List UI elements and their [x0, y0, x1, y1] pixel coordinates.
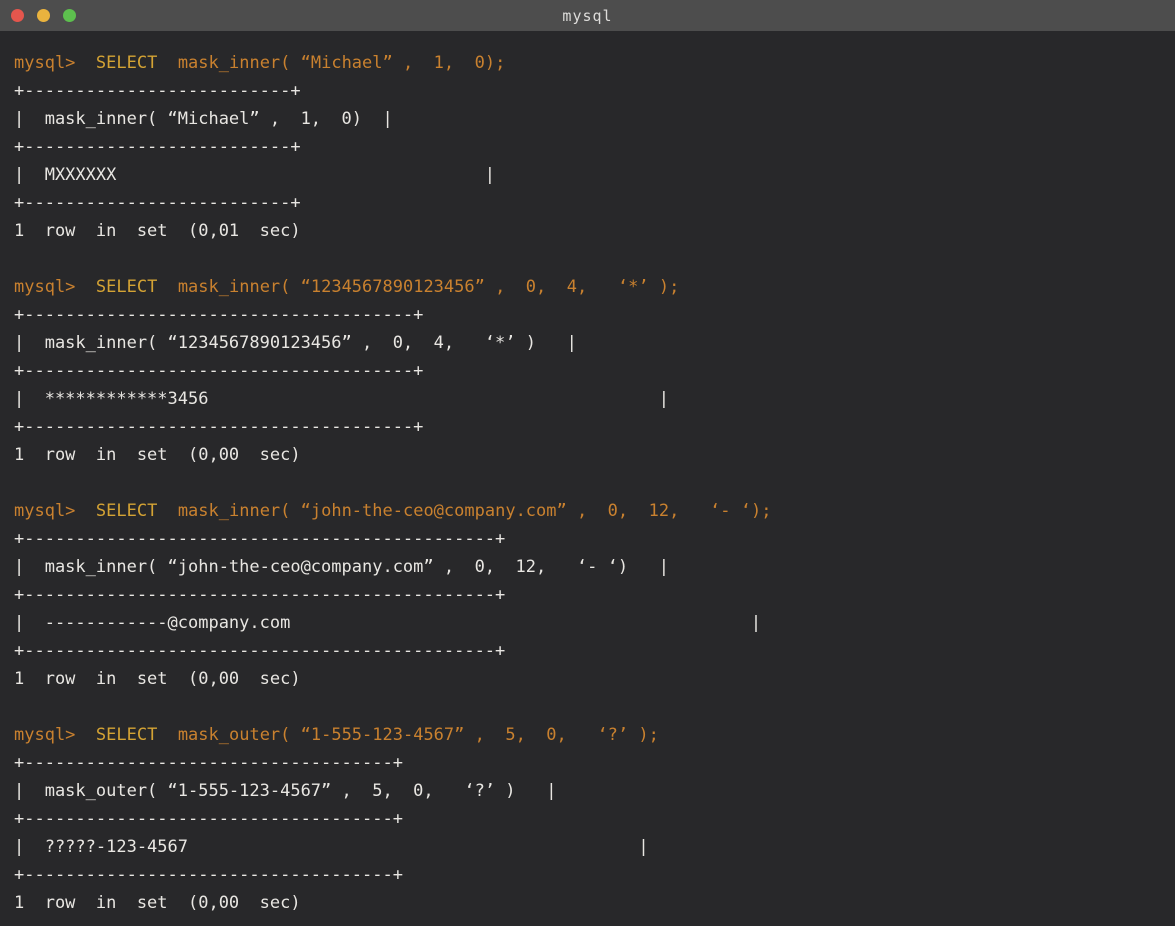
table-border-bottom: +--------------------------+ [14, 189, 1169, 217]
mysql-prompt: mysql> [14, 501, 75, 521]
sql-command-text: mask_inner( “john-the-ceo@company.com” ,… [178, 501, 772, 521]
rows-summary: 1 row in set (0,01 sec) [14, 217, 1169, 245]
table-header-row: | mask_inner( “john-the-ceo@company.com”… [14, 553, 1169, 581]
table-border-top: +------------------------------------+ [14, 749, 1169, 777]
mysql-prompt: mysql> [14, 53, 75, 73]
command-line: mysql> SELECT mask_inner( “1234567890123… [14, 273, 1169, 301]
table-border-bottom: +------------------------------------+ [14, 861, 1169, 889]
table-header-row: | mask_outer( “1-555-123-4567” , 5, 0, ‘… [14, 777, 1169, 805]
table-border-bottom: +---------------------------------------… [14, 637, 1169, 665]
sql-keyword: SELECT [96, 53, 157, 73]
sql-command-text: mask_inner( “Michael” , 1, 0); [178, 53, 506, 73]
sql-command-text: mask_inner( “1234567890123456” , 0, 4, ‘… [178, 277, 680, 297]
table-border-mid: +--------------------------+ [14, 133, 1169, 161]
sql-keyword: SELECT [96, 725, 157, 745]
rows-summary: 1 row in set (0,00 sec) [14, 889, 1169, 917]
table-border-mid: +------------------------------------+ [14, 805, 1169, 833]
table-result-row: | ?????-123-4567 | [14, 833, 1169, 861]
rows-summary: 1 row in set (0,00 sec) [14, 441, 1169, 469]
table-result-row: | ------------@company.com | [14, 609, 1169, 637]
sql-keyword: SELECT [96, 277, 157, 297]
table-border-top: +--------------------------+ [14, 77, 1169, 105]
blank-line [14, 469, 1169, 497]
sql-keyword: SELECT [96, 501, 157, 521]
table-border-top: +---------------------------------------… [14, 525, 1169, 553]
terminal-window: mysql mysql> SELECT mask_inner( “Michael… [0, 0, 1175, 926]
table-result-row: | MXXXXXX | [14, 161, 1169, 189]
table-border-mid: +---------------------------------------… [14, 581, 1169, 609]
window-title: mysql [0, 7, 1175, 25]
table-border-bottom: +--------------------------------------+ [14, 413, 1169, 441]
command-line: mysql> SELECT mask_outer( “1-555-123-456… [14, 721, 1169, 749]
mysql-prompt: mysql> [14, 725, 75, 745]
table-header-row: | mask_inner( “Michael” , 1, 0) | [14, 105, 1169, 133]
mysql-prompt: mysql> [14, 277, 75, 297]
command-line: mysql> SELECT mask_inner( “john-the-ceo@… [14, 497, 1169, 525]
table-border-top: +--------------------------------------+ [14, 301, 1169, 329]
table-header-row: | mask_inner( “1234567890123456” , 0, 4,… [14, 329, 1169, 357]
terminal-output[interactable]: mysql> SELECT mask_inner( “Michael” , 1,… [0, 31, 1175, 917]
rows-summary: 1 row in set (0,00 sec) [14, 665, 1169, 693]
command-line: mysql> SELECT mask_inner( “Michael” , 1,… [14, 49, 1169, 77]
titlebar: mysql [0, 0, 1175, 31]
table-border-mid: +--------------------------------------+ [14, 357, 1169, 385]
sql-command-text: mask_outer( “1-555-123-4567” , 5, 0, ‘?’… [178, 725, 659, 745]
blank-line [14, 245, 1169, 273]
blank-line [14, 693, 1169, 721]
table-result-row: | ************3456 | [14, 385, 1169, 413]
